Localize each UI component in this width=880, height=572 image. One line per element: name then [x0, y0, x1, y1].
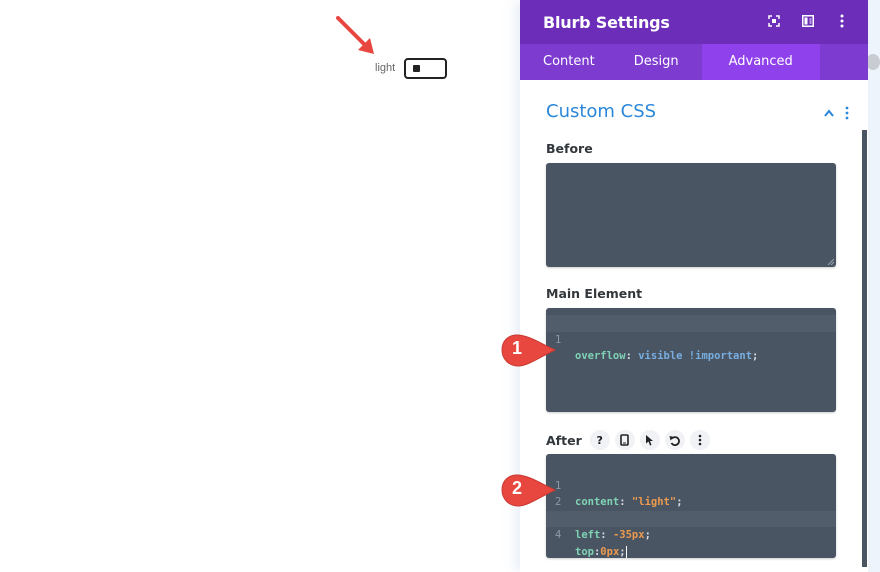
red-arrow-icon [336, 16, 374, 54]
text-cursor [625, 545, 627, 558]
focus-mode-icon[interactable] [766, 12, 782, 30]
resize-handle-icon[interactable] [827, 258, 834, 265]
split-view-icon[interactable] [800, 12, 816, 30]
css-value: -35px [612, 529, 645, 541]
section-more-icon[interactable] [844, 106, 850, 120]
responsive-icon[interactable] [614, 430, 635, 450]
css-terminator: ; [752, 350, 759, 362]
after-css-editor[interactable]: 1 content: "light"; 2 position: absolute… [546, 454, 836, 558]
settings-tabs: Content Design Advanced [520, 44, 868, 80]
settings-panel: Blurb Settings Content Design Advanced C… [520, 0, 868, 572]
custom-css-section-header[interactable]: Custom CSS [520, 80, 868, 144]
blurb-preview-box[interactable] [404, 58, 447, 79]
more-icon[interactable] [689, 430, 710, 450]
css-value: visible !important [638, 350, 753, 362]
blurb-preview-dot [413, 65, 420, 72]
tab-advanced[interactable]: Advanced [701, 44, 820, 80]
panel-scrollbar[interactable] [862, 130, 867, 567]
callout-shape-icon [501, 334, 557, 367]
help-icon[interactable]: ? [589, 430, 610, 450]
before-label: Before [546, 141, 593, 156]
globe-icon[interactable] [866, 54, 880, 70]
css-separator: : [600, 529, 613, 541]
code-line: 1 content: "light"; [546, 461, 836, 509]
chevron-up-icon[interactable] [823, 108, 835, 118]
section-title: Custom CSS [546, 101, 657, 122]
tab-content[interactable]: Content [520, 44, 621, 80]
main-element-css-editor[interactable]: 1 overflow: visible !important; [546, 308, 836, 412]
callout-badge-1: 1 [500, 333, 557, 367]
css-separator: : [625, 350, 639, 362]
css-terminator: ; [644, 529, 651, 541]
after-field-header: After ? [546, 430, 710, 450]
undo-icon[interactable] [664, 430, 685, 450]
panel-title: Blurb Settings [543, 12, 670, 32]
right-edge-strip [868, 0, 880, 572]
hover-pointer-icon[interactable] [639, 430, 660, 450]
code-line: 2 position: absolute; [546, 478, 836, 525]
css-value: 0px [600, 545, 620, 558]
code-line: 1 overflow: visible !important; [546, 315, 836, 362]
main-element-label: Main Element [546, 286, 643, 301]
callout-number: 2 [512, 478, 523, 498]
preview-pseudo-label: light [375, 62, 396, 74]
css-property: top [575, 545, 594, 558]
panel-header[interactable]: Blurb Settings [520, 0, 868, 44]
before-css-input[interactable] [546, 163, 836, 267]
after-label: After [546, 432, 582, 448]
callout-shape-icon [501, 474, 557, 507]
code-line-active: 4 top: 0px; [546, 510, 836, 558]
more-options-icon[interactable] [834, 12, 850, 30]
callout-badge-2: 2 [500, 473, 557, 507]
css-property: overflow [575, 350, 626, 362]
callout-number: 1 [512, 338, 523, 358]
tab-design[interactable]: Design [621, 44, 702, 80]
code-line: 3 left: -35px; [546, 494, 836, 542]
line-number: 4 [555, 529, 562, 541]
